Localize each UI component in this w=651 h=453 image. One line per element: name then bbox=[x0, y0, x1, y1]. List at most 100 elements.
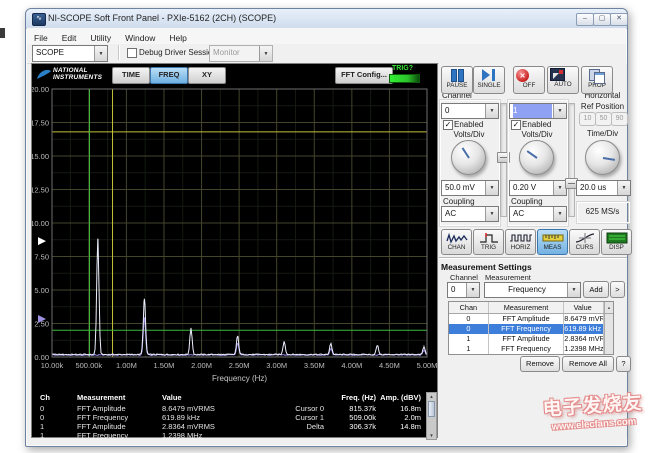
more-measurement-button[interactable]: > bbox=[610, 281, 625, 298]
table-scrollbar[interactable] bbox=[604, 334, 613, 344]
cursor-label: Cursor 0 bbox=[295, 404, 324, 413]
dropdown-arrow-icon[interactable]: ▼ bbox=[567, 283, 580, 297]
remove-button[interactable]: Remove bbox=[520, 356, 560, 372]
menu-file[interactable]: File bbox=[27, 31, 55, 43]
results-scrollbar[interactable]: ▲ ▼ bbox=[426, 392, 437, 440]
header-cell: Measurement bbox=[489, 302, 565, 313]
row-channel: 1 bbox=[40, 431, 45, 440]
dropdown-arrow-icon[interactable]: ▼ bbox=[466, 283, 479, 297]
maximize-button[interactable]: ▢ bbox=[593, 13, 611, 26]
remove-all-button[interactable]: Remove All bbox=[562, 356, 614, 372]
view-tab-time[interactable]: TIME bbox=[112, 67, 150, 84]
channel0-voltsdiv-label: Volts/Div bbox=[453, 130, 485, 139]
cursor-freq: 509.00k bbox=[349, 413, 376, 422]
menu-window[interactable]: Window bbox=[118, 31, 162, 43]
knob-needle bbox=[526, 149, 538, 159]
dropdown-arrow-icon[interactable]: ▼ bbox=[485, 207, 498, 221]
device-select[interactable]: SCOPE ▼ bbox=[32, 45, 108, 62]
timediv-select[interactable]: 20.0 us ▼ bbox=[576, 180, 631, 196]
dropdown-arrow-icon[interactable]: ▼ bbox=[553, 207, 566, 221]
channel0-position-slider[interactable] bbox=[497, 103, 510, 217]
cell-measurement: FFT Frequency bbox=[489, 324, 565, 334]
menu-edit[interactable]: Edit bbox=[55, 31, 84, 43]
single-icon bbox=[481, 69, 497, 82]
scrollbar-thumb[interactable] bbox=[428, 401, 435, 417]
panel-tab-horiz[interactable]: HORIZ bbox=[505, 229, 536, 255]
dropdown-arrow-icon[interactable]: ▼ bbox=[94, 46, 107, 61]
panel-tab-trig[interactable]: TRIG bbox=[473, 229, 504, 255]
cursor-row: Cursor 1 509.00k 2.0m bbox=[262, 413, 422, 422]
menu-utility[interactable]: Utility bbox=[83, 31, 118, 43]
auto-icon bbox=[550, 68, 565, 81]
table-scrollbar[interactable] bbox=[604, 324, 613, 334]
control-panel: Channel 0 ▼ ✓ Enabled Volts/Div 50.0 mV ▼ … bbox=[439, 63, 632, 438]
channel1-voltsdiv-select[interactable]: 0.20 V ▼ bbox=[509, 180, 567, 196]
x-tick-label: 1.00M bbox=[116, 361, 137, 370]
prop-button[interactable]: PROP bbox=[581, 66, 613, 94]
channel-0-marker[interactable] bbox=[38, 237, 46, 246]
channel1-enabled-checkbox[interactable]: ✓ bbox=[511, 120, 521, 130]
cell-chan: 1 bbox=[449, 334, 489, 344]
scroll-up-icon[interactable]: ▲ bbox=[427, 393, 436, 400]
debug-session-checkbox[interactable] bbox=[127, 48, 137, 58]
disp-icon bbox=[602, 231, 631, 244]
measurement-row[interactable]: 1FFT Amplitude2.8364 mVRMS bbox=[449, 334, 613, 344]
panel-tab-curs[interactable]: CURS bbox=[569, 229, 600, 255]
close-button[interactable]: ✕ bbox=[610, 13, 628, 26]
add-measurement-button[interactable]: Add bbox=[583, 281, 609, 298]
toolbar: SCOPE ▼ Debug Driver Session Monitor ▼ bbox=[27, 44, 626, 64]
fft-config-button[interactable]: FFT Config... bbox=[335, 67, 393, 84]
channel0-coupling-select[interactable]: AC ▼ bbox=[441, 206, 499, 222]
row-channel: 0 bbox=[40, 413, 45, 422]
panel-tab-meas[interactable]: MEAS bbox=[537, 229, 568, 255]
meas-channel-select[interactable]: 0 ▼ bbox=[447, 282, 480, 298]
single-button[interactable]: SINGLE bbox=[473, 66, 505, 94]
panel-tab-chan[interactable]: CHAN bbox=[441, 229, 472, 255]
minimize-button[interactable]: – bbox=[576, 13, 594, 26]
view-tab-freq[interactable]: FREQ bbox=[150, 67, 188, 84]
scroll-down-icon[interactable]: ▼ bbox=[427, 432, 436, 439]
row-measurement: FFT Frequency bbox=[77, 431, 129, 440]
cursor-amp: 2.0m bbox=[404, 413, 421, 422]
channel0-voltsdiv-select[interactable]: 50.0 mV ▼ bbox=[441, 180, 499, 196]
channel1-voltsdiv-knob[interactable] bbox=[519, 140, 554, 175]
timediv-knob[interactable] bbox=[585, 140, 620, 175]
channel1-position-slider[interactable] bbox=[565, 103, 578, 217]
row-channel: 0 bbox=[40, 404, 45, 413]
meas-measurement-select[interactable]: Frequency ▼ bbox=[484, 282, 581, 298]
single-button-label: SINGLE bbox=[477, 82, 501, 89]
measurement-row[interactable]: 0 FFT Frequency 619.89 kHz bbox=[449, 324, 613, 334]
off-button[interactable]: OFF bbox=[513, 66, 545, 94]
results-header-value: Value bbox=[162, 393, 182, 402]
header-cell: Value bbox=[564, 302, 605, 313]
table-scrollbar[interactable] bbox=[604, 344, 613, 354]
dropdown-arrow-icon[interactable]: ▼ bbox=[553, 104, 566, 118]
help-button[interactable]: ? bbox=[616, 356, 631, 372]
channel0-select[interactable]: 0 ▼ bbox=[441, 103, 499, 119]
ni-logo-icon bbox=[36, 67, 52, 87]
trigger-status-label: TRIG? bbox=[392, 65, 413, 72]
dropdown-arrow-icon[interactable]: ▼ bbox=[617, 181, 630, 195]
knob-needle bbox=[461, 146, 470, 159]
auto-button[interactable]: AUTO bbox=[547, 66, 579, 94]
menu-help[interactable]: Help bbox=[162, 31, 193, 43]
title-bar[interactable]: ∿ NI-SCOPE Soft Front Panel - PXIe-5162 … bbox=[26, 9, 628, 29]
view-tab-xy[interactable]: XY bbox=[188, 67, 226, 84]
dropdown-arrow-icon[interactable]: ▼ bbox=[485, 181, 498, 195]
channel1-coupling-select[interactable]: AC ▼ bbox=[509, 206, 567, 222]
panel-tab-disp[interactable]: DISP bbox=[601, 229, 632, 255]
table-row: 1 FFT Frequency 1.2398 MHz bbox=[32, 431, 422, 440]
panel-tab-label: DISP bbox=[609, 244, 624, 251]
channel1-select[interactable]: 1 ▼ bbox=[509, 103, 567, 119]
table-scrollbar-top[interactable]: ▲ bbox=[604, 302, 613, 313]
ref-position-10-button: 10 bbox=[579, 112, 596, 126]
trigger-status-indicator bbox=[389, 74, 420, 83]
spectrum-plot[interactable]: 0.002.505.007.5010.0012.5015.0017.5020.0… bbox=[32, 86, 438, 386]
measurement-row[interactable]: 0FFT Amplitude8.6479 mVRMS bbox=[449, 314, 613, 324]
channel0-voltsdiv-knob[interactable] bbox=[451, 140, 486, 175]
dropdown-arrow-icon[interactable]: ▼ bbox=[485, 104, 498, 118]
measurement-row[interactable]: 1 FFT Frequency 1.2398 MHz bbox=[449, 344, 613, 354]
table-scrollbar[interactable] bbox=[604, 314, 613, 324]
pause-button[interactable]: PAUSE bbox=[441, 66, 473, 94]
channel0-enabled-checkbox[interactable]: ✓ bbox=[443, 120, 453, 130]
